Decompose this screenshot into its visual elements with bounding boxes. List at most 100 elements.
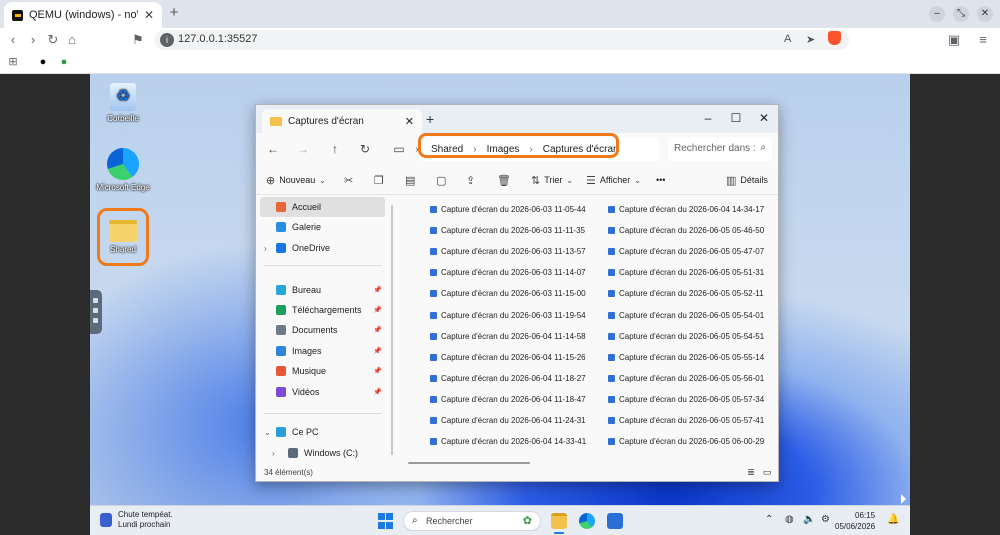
file-item[interactable]: Capture d'écran du 2026-06-04 11-24-31 (430, 416, 586, 425)
sidebar-item[interactable]: Bureau 📌 (260, 280, 385, 300)
explorer-new-tab-button[interactable]: + (426, 111, 434, 127)
copy-icon[interactable]: ❐ (374, 172, 384, 188)
file-item[interactable]: Capture d'écran du 2026-06-05 05-57-34 (608, 395, 764, 404)
share-icon[interactable]: ⇪ (466, 172, 475, 188)
file-item[interactable]: Capture d'écran du 2026-06-03 11-11-35 (430, 226, 585, 235)
novnc-control-bar-handle[interactable] (90, 290, 102, 334)
file-list-horizontal-scrollbar[interactable] (408, 462, 530, 464)
sidebar-item[interactable]: Images 📌 (260, 341, 385, 361)
sidebar-item[interactable]: Vidéos 📌 (260, 382, 385, 402)
file-item[interactable]: Capture d'écran du 2026-06-05 05-54-01 (608, 311, 764, 320)
bookmark-icon[interactable]: ⚑ (130, 32, 146, 48)
volume-icon[interactable]: 🔈 (803, 514, 815, 525)
back-icon[interactable]: ‹ (5, 32, 21, 48)
sidebar-item[interactable]: Documents 📌 (260, 320, 385, 340)
new-button[interactable]: ⊕ Nouveau ⌄ (266, 172, 326, 188)
rename-icon[interactable]: ▢ (436, 172, 446, 188)
minimize-window-button[interactable]: – (929, 6, 945, 22)
file-item[interactable]: Capture d'écran du 2026-06-05 06-00-29 (608, 437, 764, 446)
close-tab-icon[interactable]: ✕ (405, 115, 414, 128)
address-bar[interactable]: i 127.0.0.1:35527 A ➤ (154, 30, 849, 50)
cut-icon[interactable]: ✂ (344, 172, 353, 188)
sidebar-item[interactable]: › OneDrive (260, 238, 385, 258)
file-item[interactable]: Capture d'écran du 2026-06-04 11-18-47 (430, 395, 586, 404)
sidebar-icon[interactable]: ▣ (946, 32, 962, 48)
weather-widget[interactable]: Chute tempéat. Lundi prochain (100, 510, 173, 530)
notification-bell-icon[interactable]: 🔔 (887, 514, 899, 525)
file-item[interactable]: Capture d'écran du 2026-06-03 11-13-57 (430, 247, 586, 256)
browser-tab[interactable]: QEMU (windows) - noVNC ✕ (4, 2, 162, 28)
restore-window-button[interactable]: ⤡ (953, 6, 969, 22)
file-item[interactable]: Capture d'écran du 2026-06-05 05-46-50 (608, 226, 764, 235)
explorer-minimize-button[interactable]: – (697, 109, 719, 127)
file-item[interactable]: Capture d'écran du 2026-06-05 05-54-51 (608, 332, 764, 341)
monitor-icon[interactable]: ▭ (390, 140, 408, 158)
list-view-icon[interactable]: ≣ (746, 468, 756, 477)
file-item[interactable]: Capture d'écran du 2026-06-05 05-47-07 (608, 247, 764, 256)
explorer-tab[interactable]: Captures d'écran ✕ (262, 109, 422, 133)
explorer-close-button[interactable]: ✕ (753, 109, 775, 127)
navigation-scrollbar[interactable] (391, 205, 393, 455)
paste-icon[interactable]: ▤ (405, 172, 415, 188)
clock[interactable]: 06:15 05/06/2026 (835, 510, 875, 532)
send-icon[interactable]: ➤ (806, 33, 815, 46)
close-window-button[interactable]: ✕ (977, 6, 993, 22)
file-item[interactable]: Capture d'écran du 2026-06-05 05-57-41 (608, 416, 764, 425)
menu-icon[interactable]: ≡ (975, 32, 991, 48)
translate-icon[interactable]: A (784, 33, 791, 45)
bookmark-favicon-icon[interactable]: ● (57, 55, 71, 69)
sidebar-item[interactable]: Téléchargements 📌 (260, 300, 385, 320)
file-item[interactable]: Capture d'écran du 2026-06-04 11-18-27 (430, 374, 586, 383)
sidebar-item[interactable]: ⌄ Ce PC (260, 422, 385, 442)
details-button[interactable]: ▥ Détails (726, 172, 768, 188)
desktop-icon-edge[interactable]: Microsoft Edge (92, 148, 154, 192)
explorer-search-input[interactable]: Rechercher dans : ⌕ (668, 137, 772, 161)
file-item[interactable]: Capture d'écran du 2026-06-03 11-05-44 (430, 205, 586, 214)
edge-taskbar-icon[interactable] (579, 513, 595, 529)
store-taskbar-icon[interactable] (607, 513, 623, 529)
url-text[interactable]: 127.0.0.1:35527 (178, 33, 258, 45)
brave-shield-icon[interactable] (828, 31, 841, 45)
reload-icon[interactable]: ↻ (45, 32, 61, 48)
new-tab-button[interactable]: + (166, 5, 182, 21)
apps-grid-icon[interactable]: ⊞ (6, 55, 20, 69)
file-item[interactable]: Capture d'écran du 2026-06-03 11-15-00 (430, 289, 586, 298)
sidebar-item[interactable]: Accueil (260, 197, 385, 217)
file-item[interactable]: Capture d'écran du 2026-06-05 05-52-11 (608, 289, 764, 298)
sidebar-item[interactable]: Musique 📌 (260, 361, 385, 381)
delete-icon[interactable]: 🗑 (497, 172, 511, 188)
file-item[interactable]: Capture d'écran du 2026-06-05 05-51-31 (608, 268, 764, 277)
settings-tray-icon[interactable]: ⚙ (821, 514, 830, 525)
network-icon[interactable]: ◍ (785, 514, 794, 525)
forward-arrow-icon[interactable]: → (294, 140, 312, 158)
sidebar-item[interactable]: Galerie (260, 217, 385, 237)
explorer-maximize-button[interactable]: ☐ (725, 109, 747, 127)
home-icon[interactable]: ⌂ (64, 32, 80, 48)
file-explorer-taskbar-icon[interactable] (551, 513, 567, 529)
expand-chevron-icon[interactable]: ⌄ (264, 428, 271, 437)
file-item[interactable]: Capture d'écran du 2026-06-05 05-56-01 (608, 374, 764, 383)
refresh-icon[interactable]: ↻ (356, 140, 374, 158)
up-arrow-icon[interactable]: ↑ (326, 140, 344, 158)
view-button[interactable]: ☰ Afficher ⌄ (586, 172, 641, 188)
more-options-button[interactable]: ••• (656, 172, 665, 188)
taskbar-search-box[interactable]: ⌕ Rechercher ✿ (403, 511, 541, 531)
expand-chevron-icon[interactable]: › (264, 244, 267, 253)
forward-icon[interactable]: › (25, 32, 41, 48)
expand-chevron-icon[interactable]: › (272, 449, 275, 458)
file-item[interactable]: Capture d'écran du 2026-06-05 05-55-14 (608, 353, 764, 362)
sort-button[interactable]: ⇅ Trier ⌄ (531, 172, 573, 188)
file-item[interactable]: Capture d'écran du 2026-06-04 11-14-58 (430, 332, 586, 341)
site-info-icon[interactable]: i (160, 33, 174, 47)
sidebar-item[interactable]: › Windows (C:) (260, 443, 385, 463)
file-item[interactable]: Capture d'écran du 2026-06-04 11-15-26 (430, 353, 586, 362)
back-arrow-icon[interactable]: ← (264, 140, 282, 158)
github-icon[interactable]: ● (36, 55, 50, 69)
desktop-icon-recycle-bin[interactable]: ♻ Corbeille (92, 83, 154, 123)
windows-start-icon[interactable] (378, 513, 394, 529)
close-tab-icon[interactable]: ✕ (144, 8, 154, 22)
show-hidden-icons-chevron-icon[interactable]: ⌃ (765, 514, 773, 525)
file-item[interactable]: Capture d'écran du 2026-06-04 14-34-17 (608, 205, 764, 214)
file-item[interactable]: Capture d'écran du 2026-06-04 14-33-41 (430, 437, 586, 446)
tiles-view-icon[interactable]: ▭ (762, 468, 772, 477)
